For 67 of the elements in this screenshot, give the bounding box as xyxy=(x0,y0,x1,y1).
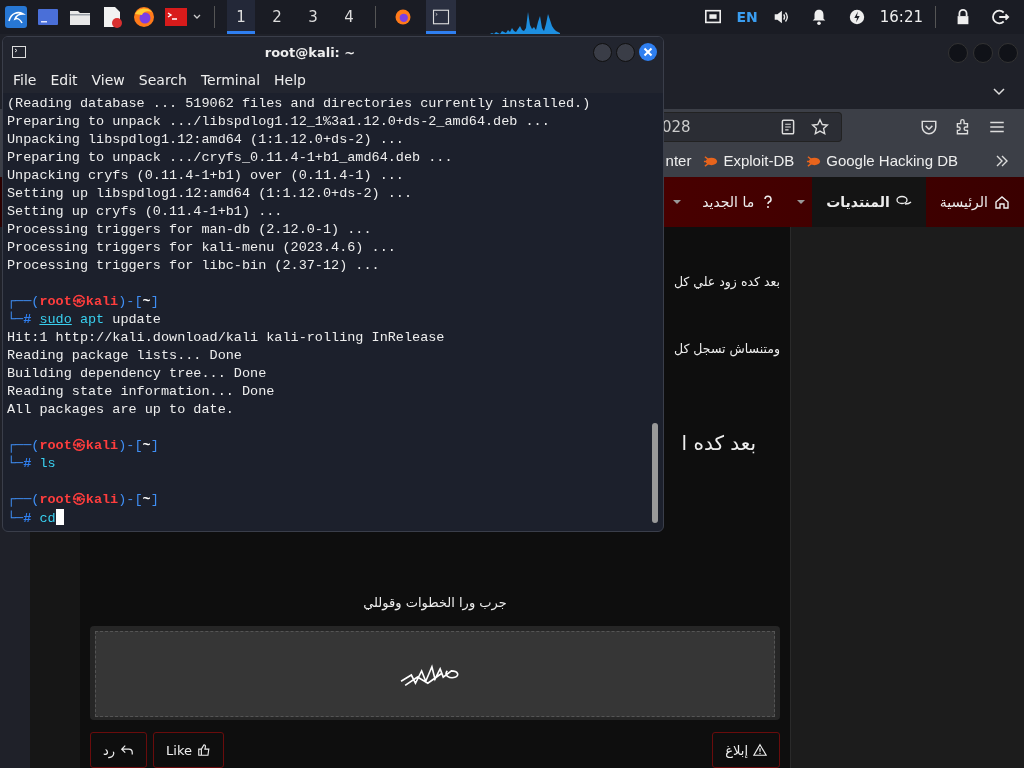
terminal-output-line: Building dependency tree... Done xyxy=(7,365,268,383)
terminal-output-line: Reading state information... Done xyxy=(7,383,276,401)
menu-item[interactable]: Edit xyxy=(50,72,78,88)
post-action-button[interactable]: Like xyxy=(153,732,224,768)
bookmark-link[interactable]: nter xyxy=(665,152,692,170)
post-text: جرب ورا الخطوات وقوللي xyxy=(363,595,507,610)
nav-tab[interactable]: الرئيسية xyxy=(925,177,1024,227)
keyboard-layout[interactable]: EN xyxy=(736,9,758,25)
prompt-frame: )-[ xyxy=(118,438,143,453)
terminal-output-line: Processing triggers for man-db (2.12.0-1) ... xyxy=(7,221,373,239)
prompt-directory: ~ xyxy=(142,438,151,453)
prompt-frame: ] xyxy=(150,294,159,309)
window-title: root@kali: ~ xyxy=(263,44,357,60)
post-text: ومتنساش تسجل كل xyxy=(673,341,780,356)
terminal-output-line: Preparing to unpack .../libspdlog1.12_1%3a1.12.0+ds-2_amd64.deb ... xyxy=(7,113,551,131)
terminal-output-line: (Reading database ... 519062 files and directories currently installed.) xyxy=(7,95,592,113)
prompt-frame: )-[ xyxy=(118,294,143,309)
post-text: بعد كده ا xyxy=(681,431,756,455)
terminal-output-line: Hit:1 http://kali.download/kali kali-rolling InRelease xyxy=(7,329,446,347)
terminal-output-line: Unpacking libspdlog1.12:amd64 (1:1.12.0+ds-2) ... xyxy=(7,131,405,149)
command-word: update xyxy=(112,312,161,327)
workspace-button[interactable]: 3 xyxy=(299,0,327,34)
prompt-symbol: # xyxy=(23,511,32,526)
bookmark-link[interactable]: Google Hacking DB xyxy=(806,152,958,170)
terminal-output-line: Preparing to unpack .../cryfs_0.11.4-1+b1_amd64.deb ... xyxy=(7,149,454,167)
prompt-frame: └─ xyxy=(7,312,24,327)
terminal-output-line: Reading package lists... Done xyxy=(7,347,243,365)
terminal-output-line: Processing triggers for libc-bin (2.37-12) ... xyxy=(7,257,381,275)
terminal-output-line: Processing triggers for kali-menu (2023.4.6) ... xyxy=(7,239,397,257)
prompt-symbol: # xyxy=(23,312,32,327)
prompt-frame: └─ xyxy=(7,511,24,526)
menu-item[interactable]: Terminal xyxy=(200,72,261,88)
prompt-user: root㉿kali xyxy=(39,438,119,453)
clock[interactable]: 16:21 xyxy=(879,8,923,26)
prompt-frame: ] xyxy=(150,438,159,453)
command-word: sudo xyxy=(39,312,72,327)
terminal-output-line: All packages are up to date. xyxy=(7,401,235,419)
terminal-output-line: Setting up libspdlog1.12:amd64 (1:1.12.0+ds-2) ... xyxy=(7,185,414,203)
command-word: apt xyxy=(79,312,105,327)
report-button[interactable]: إبلاغ xyxy=(712,732,780,768)
post-text: بعد كده زود علي كل xyxy=(673,274,780,289)
prompt-frame: ┌──( xyxy=(7,438,40,453)
prompt-frame: └─ xyxy=(7,456,24,471)
workspace-button[interactable]: 1 xyxy=(227,0,255,34)
terminal-output-line: Setting up cryfs (0.11.4-1+b1) ... xyxy=(7,203,284,221)
menu-item[interactable]: File xyxy=(13,72,37,88)
nav-tab[interactable]: ما الجديد xyxy=(688,177,791,227)
workspace-button[interactable]: 2 xyxy=(263,0,291,34)
menu-item[interactable]: Search xyxy=(138,72,187,88)
prompt-frame: ┌──( xyxy=(7,492,40,507)
prompt-user: root㉿kali xyxy=(39,492,119,507)
command-word: cd xyxy=(39,511,56,526)
bookmark-link[interactable]: Exploit-DB xyxy=(703,152,795,170)
prompt-frame: ┌──( xyxy=(7,294,40,309)
nav-tab[interactable]: المنتديات xyxy=(812,177,926,227)
post-action-button[interactable]: رد xyxy=(90,732,148,768)
prompt-frame: ] xyxy=(150,492,159,507)
prompt-symbol: # xyxy=(23,456,32,471)
prompt-frame: )-[ xyxy=(118,492,143,507)
prompt-user: root㉿kali xyxy=(39,294,119,309)
workspace-button[interactable]: 4 xyxy=(335,0,363,34)
command-word: ls xyxy=(39,456,56,471)
prompt-directory: ~ xyxy=(142,492,151,507)
prompt-directory: ~ xyxy=(142,294,151,309)
terminal-output-line: Unpacking cryfs (0.11.4-1+b1) over (0.11.4-1) ... xyxy=(7,167,405,185)
menu-item[interactable]: View xyxy=(91,72,125,88)
menu-item[interactable]: Help xyxy=(274,72,306,88)
